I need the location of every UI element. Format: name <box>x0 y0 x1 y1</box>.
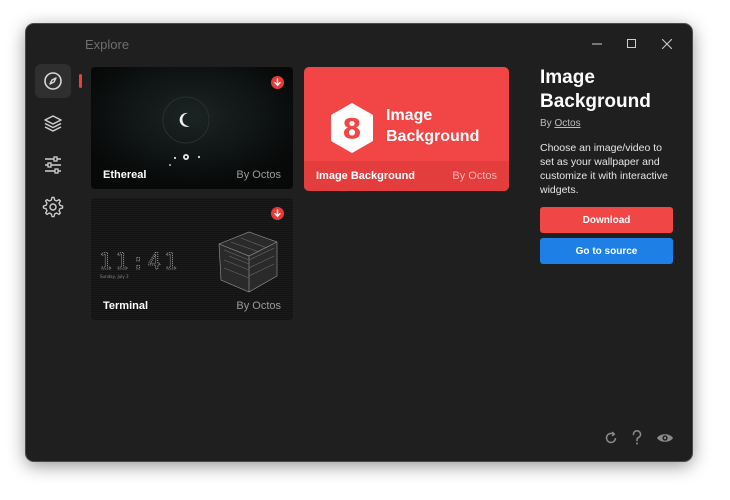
layers-icon <box>44 115 62 132</box>
sliders-icon <box>45 156 61 174</box>
logo-text-line-1: Image <box>386 107 433 124</box>
sidebar-item-explore[interactable] <box>35 64 82 98</box>
close-button[interactable] <box>652 32 682 56</box>
go-to-source-button[interactable]: Go to source <box>540 238 673 264</box>
image-background-logo-icon: 8 <box>331 103 373 153</box>
detail-title: Image Background <box>540 67 651 112</box>
detail-description: Choose an image/video to set as your wal… <box>540 142 668 196</box>
maximize-button[interactable] <box>617 32 647 56</box>
close-icon <box>662 39 672 49</box>
eye-icon[interactable] <box>656 432 674 444</box>
card-author: By Octos <box>236 169 281 181</box>
wallpaper-card-image-background[interactable]: 8 Image Background Image Background By O… <box>304 67 509 191</box>
download-arrow-icon <box>274 78 281 87</box>
app-window: Explore Ethereal By Octos 8 Image Backgr… <box>26 24 692 461</box>
refresh-icon[interactable] <box>604 430 618 445</box>
terminal-date: Sunday, July 3 <box>100 274 129 279</box>
author-link[interactable]: Octos <box>554 118 580 129</box>
card-footer: Terminal By Octos <box>91 292 293 320</box>
card-name: Ethereal <box>103 169 147 181</box>
card-footer: Ethereal By Octos <box>91 161 293 189</box>
download-arrow-icon <box>274 209 281 218</box>
svg-text:8: 8 <box>342 112 361 145</box>
card-author: By Octos <box>452 170 497 182</box>
window-title: Explore <box>85 37 130 52</box>
detail-byline: By Octos <box>540 118 678 129</box>
minimize-icon <box>592 43 602 45</box>
terminal-clock: 11:41 <box>99 250 180 275</box>
sidebar-item-settings-sliders[interactable] <box>35 148 71 182</box>
detail-panel: Image Background By Octos Choose an imag… <box>540 66 678 197</box>
sidebar <box>26 62 82 461</box>
active-indicator <box>79 74 82 88</box>
card-name: Image Background <box>316 170 416 182</box>
download-badge[interactable] <box>271 76 284 89</box>
footer-toolbar <box>604 430 674 445</box>
logo-text-line-2: Background <box>386 128 480 145</box>
gear-icon <box>42 196 64 218</box>
card-name: Terminal <box>103 300 149 312</box>
maximize-icon <box>627 39 636 48</box>
sidebar-item-layers[interactable] <box>35 106 71 140</box>
wallpaper-card-terminal[interactable]: 11:41 Sunday, July 3 Terminal By Octos <box>91 198 293 320</box>
byline-prefix: By <box>540 118 552 129</box>
sidebar-item-settings[interactable] <box>35 190 71 224</box>
help-icon[interactable] <box>631 430 643 445</box>
download-button[interactable]: Download <box>540 207 673 233</box>
card-author: By Octos <box>236 300 281 312</box>
download-badge[interactable] <box>271 207 284 220</box>
card-footer: Image Background By Octos <box>304 161 509 191</box>
minimize-button[interactable] <box>582 32 612 56</box>
wallpaper-card-ethereal[interactable]: Ethereal By Octos <box>91 67 293 189</box>
compass-icon <box>44 72 62 90</box>
title-bar: Explore <box>26 24 692 64</box>
